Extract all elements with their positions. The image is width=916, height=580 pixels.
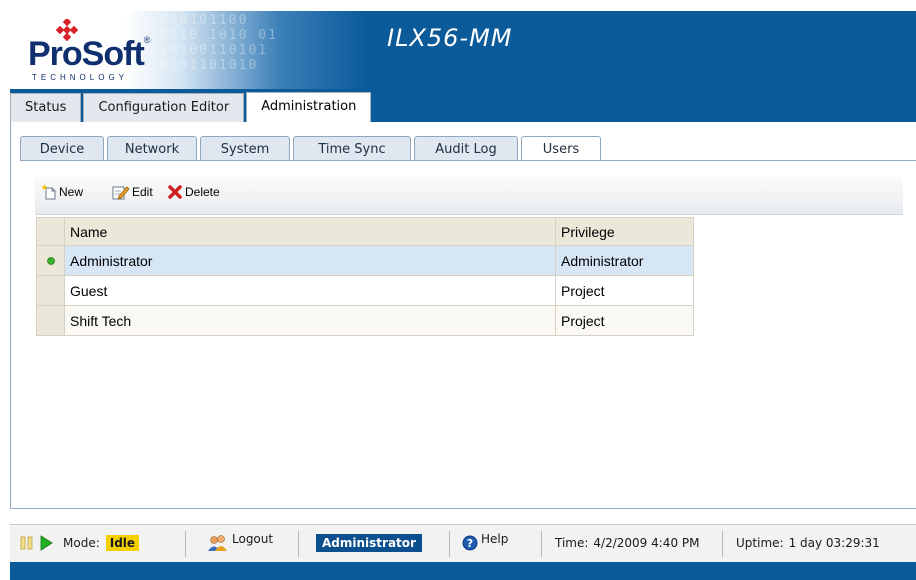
tab-configuration-editor[interactable]: Configuration Editor	[83, 93, 245, 122]
sub-tab-divider	[20, 160, 916, 161]
table-row[interactable]: Administrator Administrator	[36, 245, 694, 276]
delete-icon	[168, 185, 182, 199]
prosoft-logo: 010101100 0110 1010 01 10100110101 01011…	[10, 11, 366, 89]
row-selector[interactable]	[36, 245, 65, 276]
uptime-display: Uptime: 1 day 03:29:31	[736, 536, 880, 550]
mode-value-badge: Idle	[105, 535, 140, 551]
user-privilege-cell[interactable]: Project	[555, 275, 694, 306]
help-icon: ?	[462, 535, 478, 551]
logo-brand: ProSoft®	[28, 35, 150, 73]
main-tab-bar: Status Configuration Editor Administrati…	[10, 92, 373, 122]
users-toolbar: New Edit Delete	[35, 177, 903, 215]
column-header-name[interactable]: Name	[64, 217, 556, 246]
app-title: ILX56-MM	[387, 24, 513, 52]
help-button[interactable]: ? Help	[462, 525, 508, 561]
tab-users[interactable]: Users	[521, 136, 601, 161]
table-row[interactable]: Guest Project	[36, 275, 694, 306]
user-privilege-cell[interactable]: Project	[555, 305, 694, 336]
time-display: Time: 4/2/2009 4:40 PM	[555, 536, 700, 550]
sub-tab-bar: Device Network System Time Sync Audit Lo…	[20, 136, 604, 161]
status-separator	[541, 531, 542, 557]
new-user-button[interactable]: New	[41, 182, 83, 202]
play-icon	[40, 535, 53, 551]
tab-status[interactable]: Status	[10, 93, 82, 122]
new-icon	[41, 184, 56, 200]
row-selector-header	[36, 217, 65, 246]
tab-administration[interactable]: Administration	[246, 92, 372, 122]
svg-text:?: ?	[467, 537, 473, 550]
logout-button[interactable]: Logout	[207, 525, 273, 561]
user-name-cell[interactable]: Guest	[64, 275, 556, 306]
user-name-cell[interactable]: Administrator	[64, 245, 556, 276]
delete-user-button[interactable]: Delete	[167, 182, 220, 202]
user-name-cell[interactable]: Shift Tech	[64, 305, 556, 336]
current-user: Administrator	[316, 525, 422, 561]
pause-icon	[20, 536, 33, 550]
table-row[interactable]: Shift Tech Project	[36, 305, 694, 336]
users-icon	[208, 535, 227, 551]
status-bar: Mode: Idle Logout Administrator ? Help T…	[10, 524, 916, 562]
tab-network[interactable]: Network	[107, 136, 197, 161]
mode-indicator: Mode: Idle	[63, 525, 140, 561]
edit-icon	[112, 186, 130, 200]
tab-device[interactable]: Device	[20, 136, 104, 161]
tab-time-sync[interactable]: Time Sync	[293, 136, 411, 161]
tab-audit-log[interactable]: Audit Log	[414, 136, 518, 161]
pause-button[interactable]	[19, 525, 35, 561]
status-separator	[722, 531, 723, 557]
status-separator	[449, 531, 450, 557]
run-button[interactable]	[38, 525, 54, 561]
tab-system[interactable]: System	[200, 136, 290, 161]
current-user-badge: Administrator	[316, 534, 422, 552]
user-privilege-cell[interactable]: Administrator	[555, 245, 694, 276]
logo-binary-pattern: 010101100 0110 1010 01 10100110101 01011…	[160, 13, 278, 73]
column-header-privilege[interactable]: Privilege	[555, 217, 694, 246]
row-selector[interactable]	[36, 305, 65, 336]
status-separator	[185, 531, 186, 557]
footer-bar	[10, 562, 916, 580]
row-selector[interactable]	[36, 275, 65, 306]
edit-user-button[interactable]: Edit	[112, 182, 153, 202]
selected-row-icon	[46, 256, 55, 265]
table-header-row: Name Privilege	[36, 217, 694, 246]
logo-subtitle: TECHNOLOGY	[32, 73, 129, 82]
users-table: Name Privilege Administrator Administrat…	[36, 217, 694, 336]
status-separator	[298, 531, 299, 557]
